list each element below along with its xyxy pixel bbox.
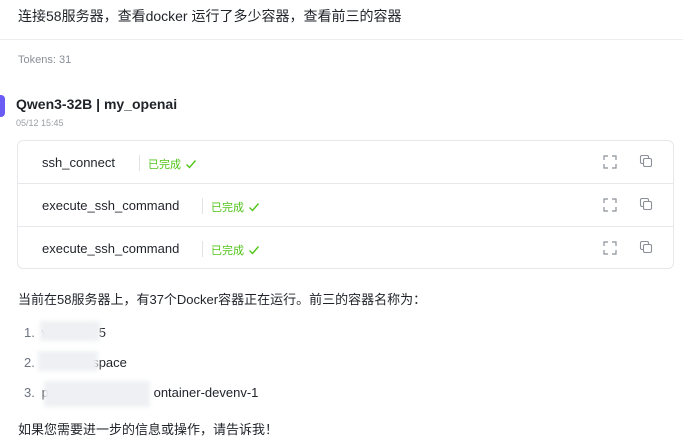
avatar	[0, 95, 5, 117]
tool-separator	[202, 241, 203, 257]
copy-icon[interactable]	[639, 154, 653, 168]
list-number: 3.	[24, 385, 35, 400]
tool-call-row[interactable]: ssh_connect 已完成	[18, 141, 673, 184]
check-icon	[249, 203, 260, 212]
divider	[0, 39, 683, 40]
check-icon	[186, 160, 197, 169]
token-count: Tokens: 31	[18, 54, 72, 66]
expand-icon[interactable]	[603, 198, 617, 212]
copy-icon[interactable]	[639, 197, 653, 211]
message-timestamp: 05/12 15:45	[16, 118, 64, 128]
closing-message: 如果您需要进一步的信息或操作，请告诉我！	[18, 422, 279, 437]
redaction-blur	[40, 321, 100, 341]
tool-call-row[interactable]: execute_ssh_command 已完成	[18, 184, 673, 227]
tool-call-name: ssh_connect	[42, 155, 115, 170]
answer-intro: 当前在58服务器上，有37个Docker容器正在运行。前三的容器名称为：	[18, 292, 427, 307]
tool-separator	[139, 155, 140, 171]
tool-call-name: execute_ssh_command	[42, 198, 180, 213]
model-label: Qwen3-32B | my_openai	[16, 96, 178, 112]
list-number: 1.	[24, 325, 35, 340]
user-message: 连接58服务器，查看docker 运行了多少容器，查看前三的容器	[18, 8, 402, 24]
expand-icon[interactable]	[603, 155, 617, 169]
list-number: 2.	[24, 355, 35, 370]
redaction-blur	[38, 351, 98, 371]
tool-separator	[202, 198, 203, 214]
tool-status: 已完成	[211, 199, 260, 215]
tool-calls-panel: ssh_connect 已完成 execute_ssh_command 已完成 …	[17, 140, 674, 269]
tool-status: 已完成	[211, 242, 260, 258]
tool-status-label: 已完成	[148, 159, 181, 171]
check-icon	[249, 246, 260, 255]
expand-icon[interactable]	[603, 241, 617, 255]
tool-call-row[interactable]: execute_ssh_command 已完成	[18, 227, 673, 268]
tool-status-label: 已完成	[211, 245, 244, 257]
tool-call-name: execute_ssh_command	[42, 241, 180, 256]
redaction-blur	[44, 381, 150, 407]
tool-status-label: 已完成	[211, 202, 244, 214]
tool-status: 已完成	[148, 156, 197, 172]
copy-icon[interactable]	[639, 240, 653, 254]
